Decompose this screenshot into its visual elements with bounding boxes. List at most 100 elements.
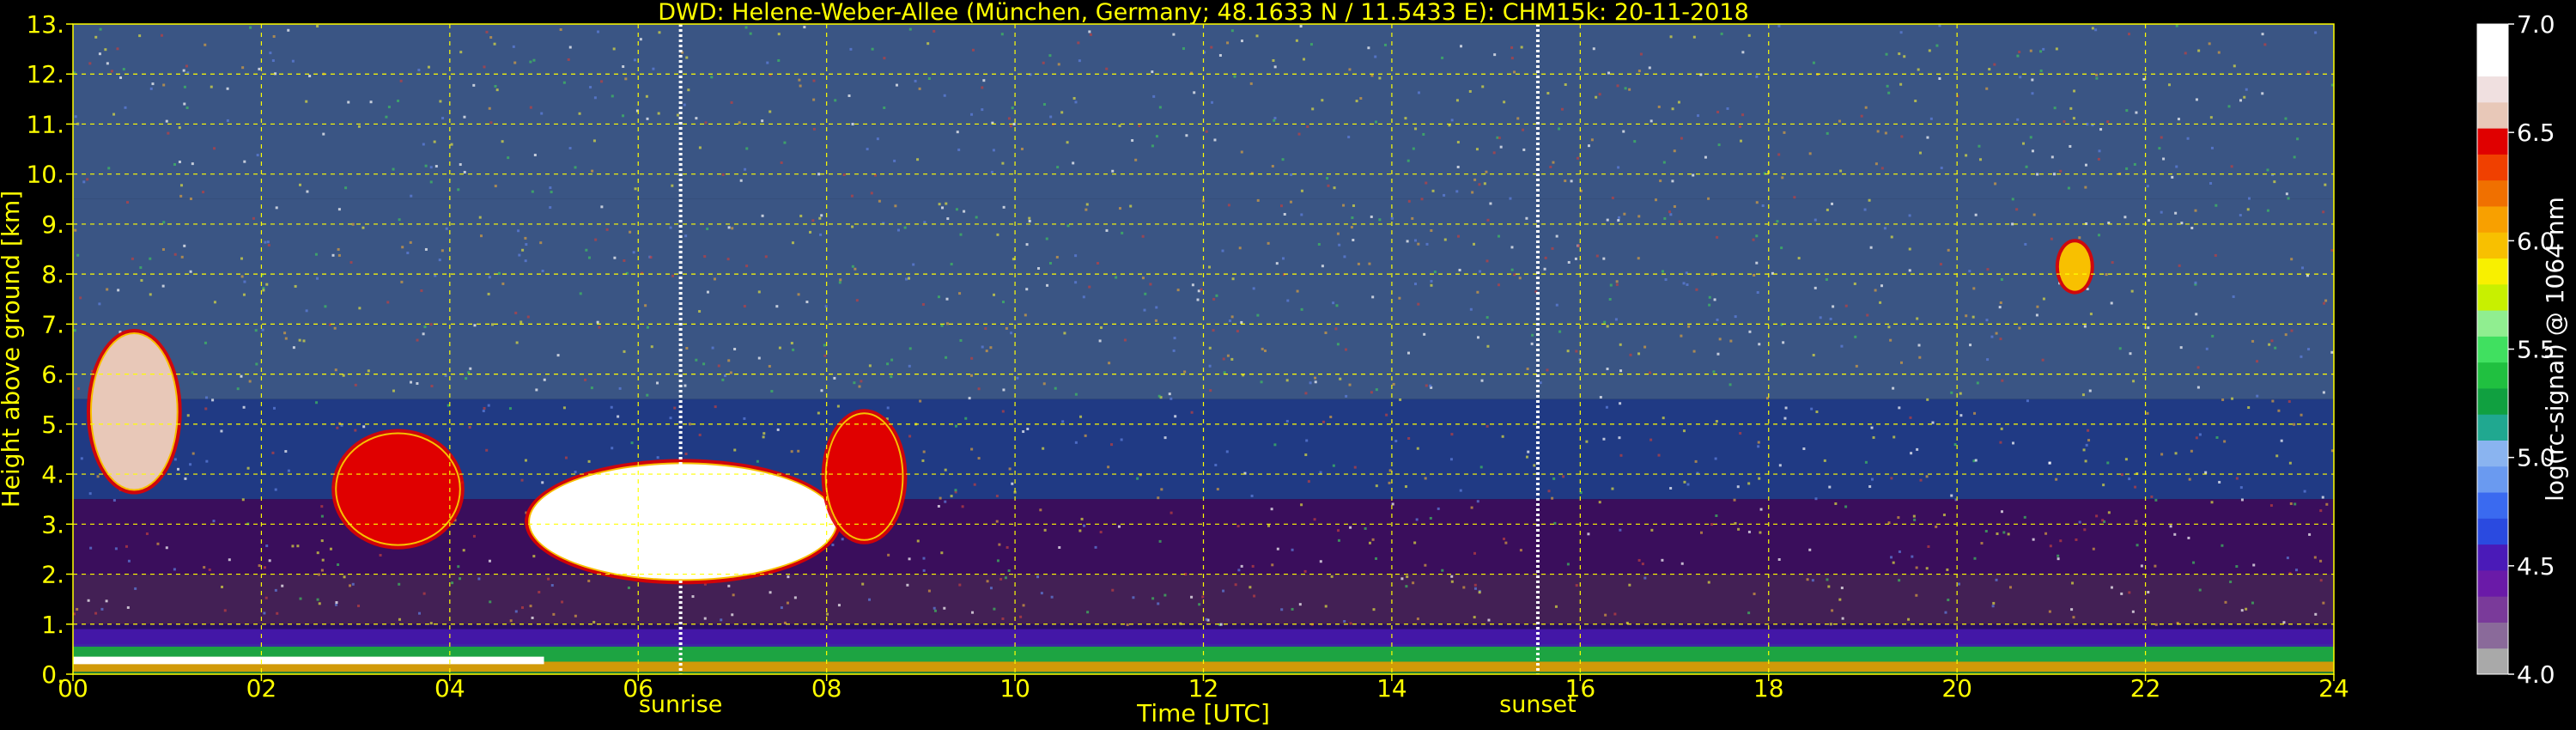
noise-dot	[744, 26, 748, 29]
noise-dot	[1615, 280, 1619, 283]
noise-dot	[1825, 277, 1828, 281]
noise-dot	[590, 386, 593, 390]
noise-dot	[1525, 216, 1528, 220]
noise-dot	[550, 191, 553, 194]
noise-dot	[2147, 591, 2150, 594]
noise-dot	[812, 98, 816, 101]
noise-dot	[2195, 313, 2198, 316]
noise-dot	[868, 364, 872, 368]
noise-dot	[1136, 477, 1139, 480]
noise-dot	[1619, 453, 1623, 457]
noise-dot	[887, 553, 890, 557]
noise-dot	[1080, 517, 1084, 520]
noise-dot	[429, 622, 433, 625]
noise-dot	[1756, 291, 1759, 295]
x-tick-label: 08	[811, 674, 842, 703]
noise-dot	[851, 265, 854, 268]
noise-dot	[1999, 301, 2002, 305]
noise-dot	[361, 226, 365, 229]
noise-dot	[1001, 410, 1005, 413]
y-tick-label: 0.	[41, 660, 64, 689]
noise-dot	[440, 249, 444, 252]
noise-dot	[1619, 528, 1622, 532]
noise-dot	[212, 520, 216, 523]
noise-dot	[589, 86, 592, 89]
noise-dot	[1683, 480, 1686, 484]
noise-dot	[347, 100, 350, 104]
noise-dot	[1151, 70, 1154, 74]
noise-dot	[1994, 182, 1997, 186]
noise-dot	[2221, 398, 2225, 402]
x-tick-label: 16	[1565, 674, 1596, 703]
noise-dot	[1291, 548, 1294, 551]
noise-dot	[855, 299, 859, 302]
noise-dot	[1222, 357, 1225, 361]
noise-dot	[803, 26, 806, 29]
noise-dot	[777, 33, 781, 36]
noise-dot	[1758, 477, 1761, 480]
noise-dot	[223, 609, 227, 612]
noise-dot	[896, 228, 900, 232]
noise-dot	[1853, 282, 1856, 285]
noise-dot	[1326, 177, 1329, 180]
y-axis: 0.1.2.3.4.5.6.7.8.9.10.11.12.13.	[26, 10, 73, 689]
noise-dot	[1350, 226, 1353, 229]
noise-dot	[1155, 306, 1158, 309]
noise-dot	[1917, 68, 1920, 71]
noise-dot	[329, 547, 332, 551]
noise-dot	[266, 240, 270, 244]
noise-dot	[521, 248, 525, 252]
noise-dot	[1193, 91, 1196, 94]
noise-dot	[698, 310, 702, 313]
noise-dot	[1755, 75, 1759, 78]
noise-dot	[1910, 452, 1913, 455]
noise-dot	[1314, 380, 1317, 384]
noise-dot	[2031, 92, 2034, 95]
noise-dot	[299, 597, 302, 600]
noise-dot	[2275, 454, 2279, 458]
noise-dot	[1783, 131, 1786, 134]
noise-dot	[1425, 384, 1428, 387]
noise-dot	[1777, 153, 1781, 156]
colorbar-segment	[2477, 569, 2508, 597]
noise-dot	[1441, 56, 1444, 59]
noise-dot	[320, 569, 324, 572]
noise-dot	[989, 346, 993, 350]
noise-dot	[1170, 397, 1173, 400]
noise-dot	[1993, 63, 1996, 66]
noise-dot	[2039, 50, 2043, 53]
y-tick-label: 3.	[41, 510, 64, 538]
noise-dot	[1671, 107, 1674, 111]
noise-dot	[275, 206, 278, 210]
noise-dot	[2303, 490, 2306, 493]
noise-dot	[1611, 487, 1614, 490]
noise-dot	[1280, 608, 1284, 611]
noise-dot	[2208, 42, 2211, 46]
noise-dot	[1221, 249, 1224, 252]
noise-dot	[2147, 326, 2150, 330]
noise-dot	[2069, 144, 2072, 148]
noise-dot	[1240, 320, 1243, 324]
noise-dot	[944, 468, 947, 471]
noise-dot	[2067, 186, 2070, 190]
noise-dot	[2319, 509, 2323, 513]
colorbar-segment	[2477, 179, 2508, 207]
noise-dot	[1400, 577, 1404, 581]
noise-dot	[2221, 544, 2224, 547]
y-tick-label: 5.	[41, 411, 64, 439]
noise-dot	[1042, 103, 1046, 106]
noise-dot	[2123, 216, 2127, 219]
noise-dot	[714, 405, 717, 409]
noise-dot	[1780, 246, 1783, 250]
noise-dot	[744, 167, 747, 171]
noise-dot	[1564, 179, 1567, 183]
noise-dot	[1300, 213, 1303, 216]
noise-dot	[2012, 441, 2015, 445]
noise-dot	[1898, 52, 1901, 56]
noise-dot	[267, 243, 270, 246]
noise-dot	[314, 252, 318, 256]
noise-dot	[417, 611, 421, 615]
noise-dot	[984, 327, 987, 331]
noise-dot	[1407, 436, 1411, 440]
noise-dot	[1118, 207, 1121, 210]
